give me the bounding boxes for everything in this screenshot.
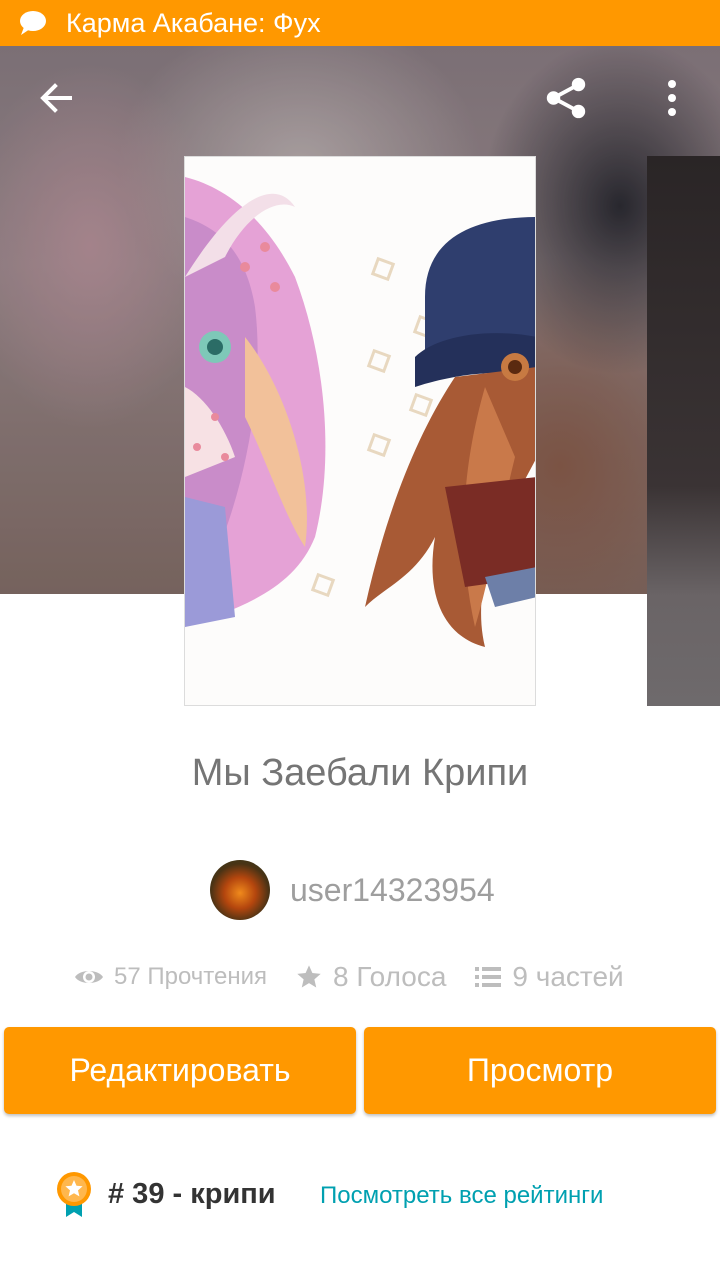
more-vert-icon [668,80,676,116]
story-title: Мы Заебали Крипи [191,752,529,794]
arrow-left-icon [40,83,72,113]
notification-bar[interactable]: Карма Акабане: Фух [0,0,720,46]
cover-artwork [185,157,535,705]
edit-button[interactable]: Редактировать [4,1027,356,1114]
star-icon [297,965,321,988]
story-stats: 57 Прочтения 8 Голоса 9 частей [74,955,652,999]
next-story-cover[interactable] [647,156,720,706]
votes-stat: 8 Голоса [295,961,446,993]
ranking-badge-icon [57,1172,91,1217]
list-icon [475,967,502,987]
parts-stat: 9 частей [474,961,624,993]
reads-count: 57 Прочтения [114,963,268,990]
view-all-rankings-link[interactable]: Посмотреть все рейтинги [320,1182,603,1210]
votes-count: 8 Голоса [333,961,447,992]
view-button[interactable]: Просмотр [364,1027,716,1114]
author-name[interactable]: user14323954 [290,872,495,909]
avatar[interactable] [210,860,270,920]
back-button[interactable] [32,74,80,122]
author-row[interactable]: user14323954 [210,860,495,920]
share-button[interactable] [542,74,590,122]
story-cover-image[interactable] [184,156,536,706]
notification-text: Карма Акабане: Фух [66,7,321,38]
more-button[interactable] [648,74,696,122]
parts-count: 9 частей [512,961,624,992]
eye-icon [75,971,103,983]
ranking-text: # 39 - крипи [108,1178,276,1210]
chat-bubble-icon [20,11,46,35]
share-icon [546,77,586,119]
reads-stat: 57 Прочтения [74,963,267,991]
